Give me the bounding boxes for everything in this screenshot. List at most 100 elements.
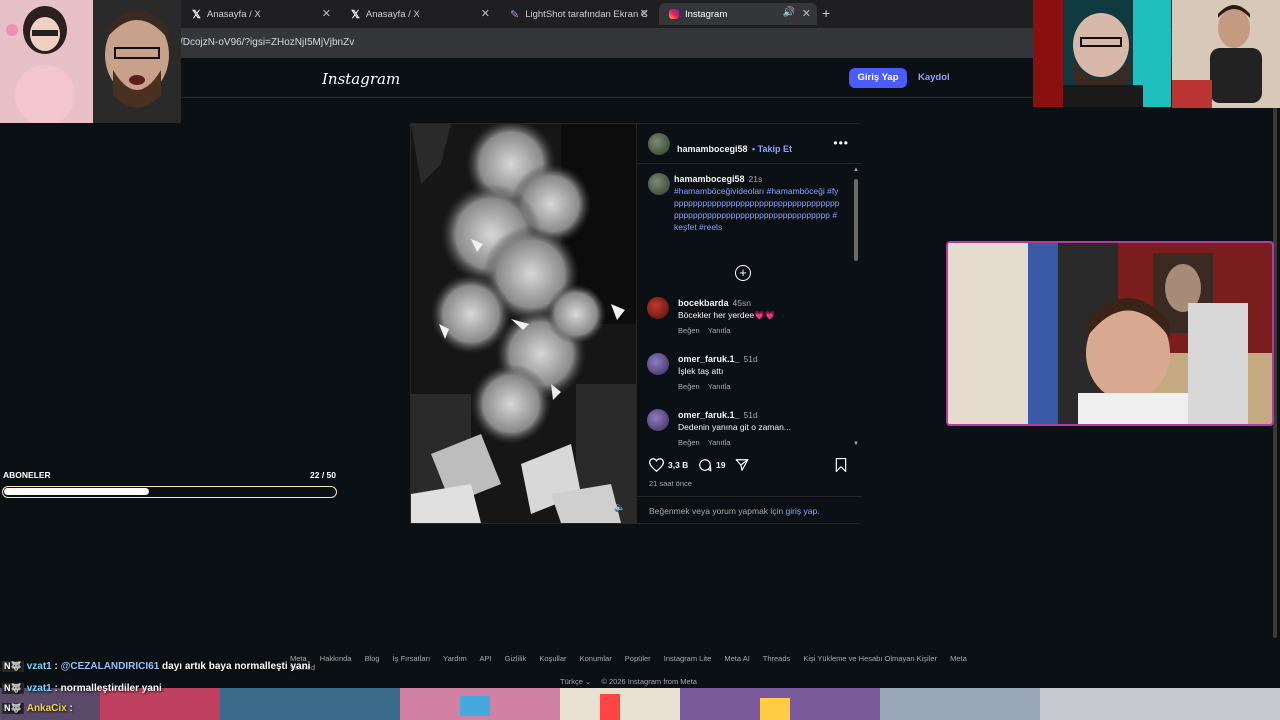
comment-actions: Beğen Yanıtla <box>678 438 738 447</box>
url-text[interactable]: /DcojzN-oV96/?igsi=ZHozNjI5MjVjbnZv <box>180 37 354 48</box>
signup-link[interactable]: Kaydol <box>918 72 950 83</box>
x-logo-icon: 𝕏 <box>351 8 360 21</box>
tab-x-home-1[interactable]: 𝕏 Anasayfa / X ✕ <box>182 3 337 25</box>
reply-button[interactable]: Yanıtla <box>708 438 731 447</box>
heart-icon[interactable] <box>649 458 664 472</box>
login-button[interactable]: Giriş Yap <box>849 68 907 88</box>
post-timestamp: 21 saat önce <box>649 479 692 488</box>
webcam-image <box>948 243 1272 424</box>
footer-bottom: Türkçe ⌄ © 2026 Instagram from Meta <box>560 677 697 686</box>
share-icon[interactable] <box>735 458 749 472</box>
tab-lightshot[interactable]: ✎ LightShot tarafından Ekran Görü ✕ <box>500 3 655 25</box>
more-options-icon[interactable]: ••• <box>833 136 849 150</box>
webcam-image <box>0 0 93 123</box>
comment-item: omer_faruk.1_ 51d Dedenin yanına git o za… <box>647 409 847 450</box>
close-tab-icon[interactable]: ✕ <box>802 7 811 20</box>
chat-badge: N🐺 <box>2 683 24 694</box>
webcam-overlay-3 <box>1033 0 1171 107</box>
footer-link[interactable]: Meta AI <box>724 654 749 663</box>
tab-title: Instagram <box>685 8 728 20</box>
footer-link[interactable]: Threads <box>763 654 791 663</box>
caption-time: 21s <box>748 174 763 184</box>
scroll-up-arrow-icon[interactable]: ▲ <box>853 167 859 173</box>
footer-link[interactable]: Yardım <box>443 654 467 663</box>
comment-text: Dedenin yanına git o zaman... <box>678 422 791 432</box>
like-count[interactable]: 3,3 B <box>668 460 688 470</box>
like-comment-button[interactable]: Beğen <box>678 438 700 447</box>
new-tab-button[interactable]: + <box>822 5 830 21</box>
chat-username: AnkaCix <box>26 703 67 714</box>
post-header-line: hamambocegi58 • Takip Et <box>677 139 792 157</box>
chevron-down-icon[interactable]: ⌄ <box>585 677 591 686</box>
footer-link[interactable]: Hakkında <box>320 654 352 663</box>
comment-text: Böcekler her yerdee💗💗 <box>678 310 776 320</box>
follow-button[interactable]: • Takip Et <box>752 144 792 154</box>
comment-username[interactable]: bocekbarda <box>678 298 729 308</box>
avatar[interactable] <box>647 297 669 319</box>
footer-link[interactable]: Konumlar <box>580 654 612 663</box>
comment-count[interactable]: 19 <box>716 460 725 470</box>
scroll-down-arrow-icon[interactable]: ▼ <box>853 441 859 447</box>
chat-badge: N🐺 <box>2 703 24 714</box>
tab-x-home-2[interactable]: 𝕏 Anasayfa / X ✕ <box>341 3 496 25</box>
close-tab-icon[interactable]: ✕ <box>640 7 649 20</box>
chat-message: N🐺 vzat1 : normalleştirdiler yani <box>2 683 162 694</box>
chat-separator: : <box>51 683 61 694</box>
video-frame-image <box>411 124 636 523</box>
x-logo-icon: 𝕏 <box>192 8 201 21</box>
like-comment-button[interactable]: Beğen <box>678 382 700 391</box>
comment-time: 51d <box>743 354 758 364</box>
footer: Meta Hakkında Blog İş Fırsatları Yardım … <box>290 654 990 672</box>
comment-username[interactable]: omer_faruk.1_ <box>678 354 740 364</box>
avatar[interactable] <box>647 353 669 375</box>
webcam-main <box>946 241 1274 426</box>
like-comment-button[interactable]: Beğen <box>678 326 700 335</box>
comment-body: omer_faruk.1_ 51d Dedenin yanına git o za… <box>678 409 848 433</box>
comment-time: 51d <box>743 410 758 420</box>
chat-separator: : <box>51 661 61 672</box>
footer-link[interactable]: Instagram Lite <box>664 654 712 663</box>
footer-link[interactable]: Koşullar <box>539 654 566 663</box>
close-tab-icon[interactable]: ✕ <box>481 7 490 20</box>
avatar[interactable] <box>648 173 670 195</box>
load-more-comments-button[interactable]: + <box>735 265 751 281</box>
reel-video[interactable]: 🔈 <box>411 124 636 523</box>
bookmark-icon[interactable] <box>835 458 847 472</box>
instagram-logo[interactable]: Instagram <box>322 70 400 88</box>
login-prompt-end: . <box>817 506 820 516</box>
caption-hashtags[interactable]: #hamamböceğivideoları #hamamböceği #fypp… <box>674 185 840 233</box>
comment-body: omer_faruk.1_ 51d İşlek taş attı <box>678 353 848 377</box>
tab-instagram[interactable]: Instagram 🔊 ✕ <box>659 3 817 25</box>
reply-button[interactable]: Yanıtla <box>708 326 731 335</box>
footer-link[interactable]: Popüler <box>625 654 651 663</box>
avatar[interactable] <box>647 409 669 431</box>
avatar[interactable] <box>648 133 670 155</box>
comment-username[interactable]: omer_faruk.1_ <box>678 410 740 420</box>
footer-link[interactable]: Blog <box>365 654 380 663</box>
comment-icon[interactable] <box>698 458 712 472</box>
webcam-image <box>93 0 181 123</box>
post-username[interactable]: hamambocegi58 <box>677 144 748 154</box>
login-prompt-text: Beğenmek veya yorum yapmak için <box>649 506 786 516</box>
caption-username[interactable]: hamambocegi58 <box>674 174 745 184</box>
scrollbar-thumb[interactable] <box>854 179 858 261</box>
footer-link[interactable]: Gizlilik <box>505 654 527 663</box>
close-tab-icon[interactable]: ✕ <box>322 7 331 20</box>
tab-title: Anasayfa / X <box>206 8 261 20</box>
tab-title: Anasayfa / X <box>365 8 420 20</box>
mute-icon[interactable]: 🔈 <box>614 502 625 513</box>
subscriber-goal-bar <box>2 486 337 498</box>
login-link[interactable]: giriş yap <box>786 506 818 516</box>
footer-link[interactable]: Kişi Yükleme ve Hesabı Olmayan Kişiler <box>803 654 937 663</box>
speaker-icon[interactable]: 🔊 <box>783 7 795 18</box>
reply-button[interactable]: Yanıtla <box>708 382 731 391</box>
reel-post: 🔈 hamambocegi58 • Takip Et ••• hamamboce… <box>410 123 861 524</box>
chat-badge: N🐺 <box>2 661 24 672</box>
language-selector[interactable]: Türkçe <box>560 677 583 686</box>
footer-link[interactable]: API <box>479 654 491 663</box>
chat-message: N🐺 vzat1 : @CEZALANDIRICI61 dayı artık ba… <box>2 661 310 672</box>
copyright-text: © 2026 Instagram from Meta <box>601 677 697 686</box>
instagram-icon <box>669 9 679 19</box>
comments-scrollbar[interactable]: ▲ ▼ <box>853 167 859 447</box>
footer-link[interactable]: İş Fırsatları <box>393 654 431 663</box>
